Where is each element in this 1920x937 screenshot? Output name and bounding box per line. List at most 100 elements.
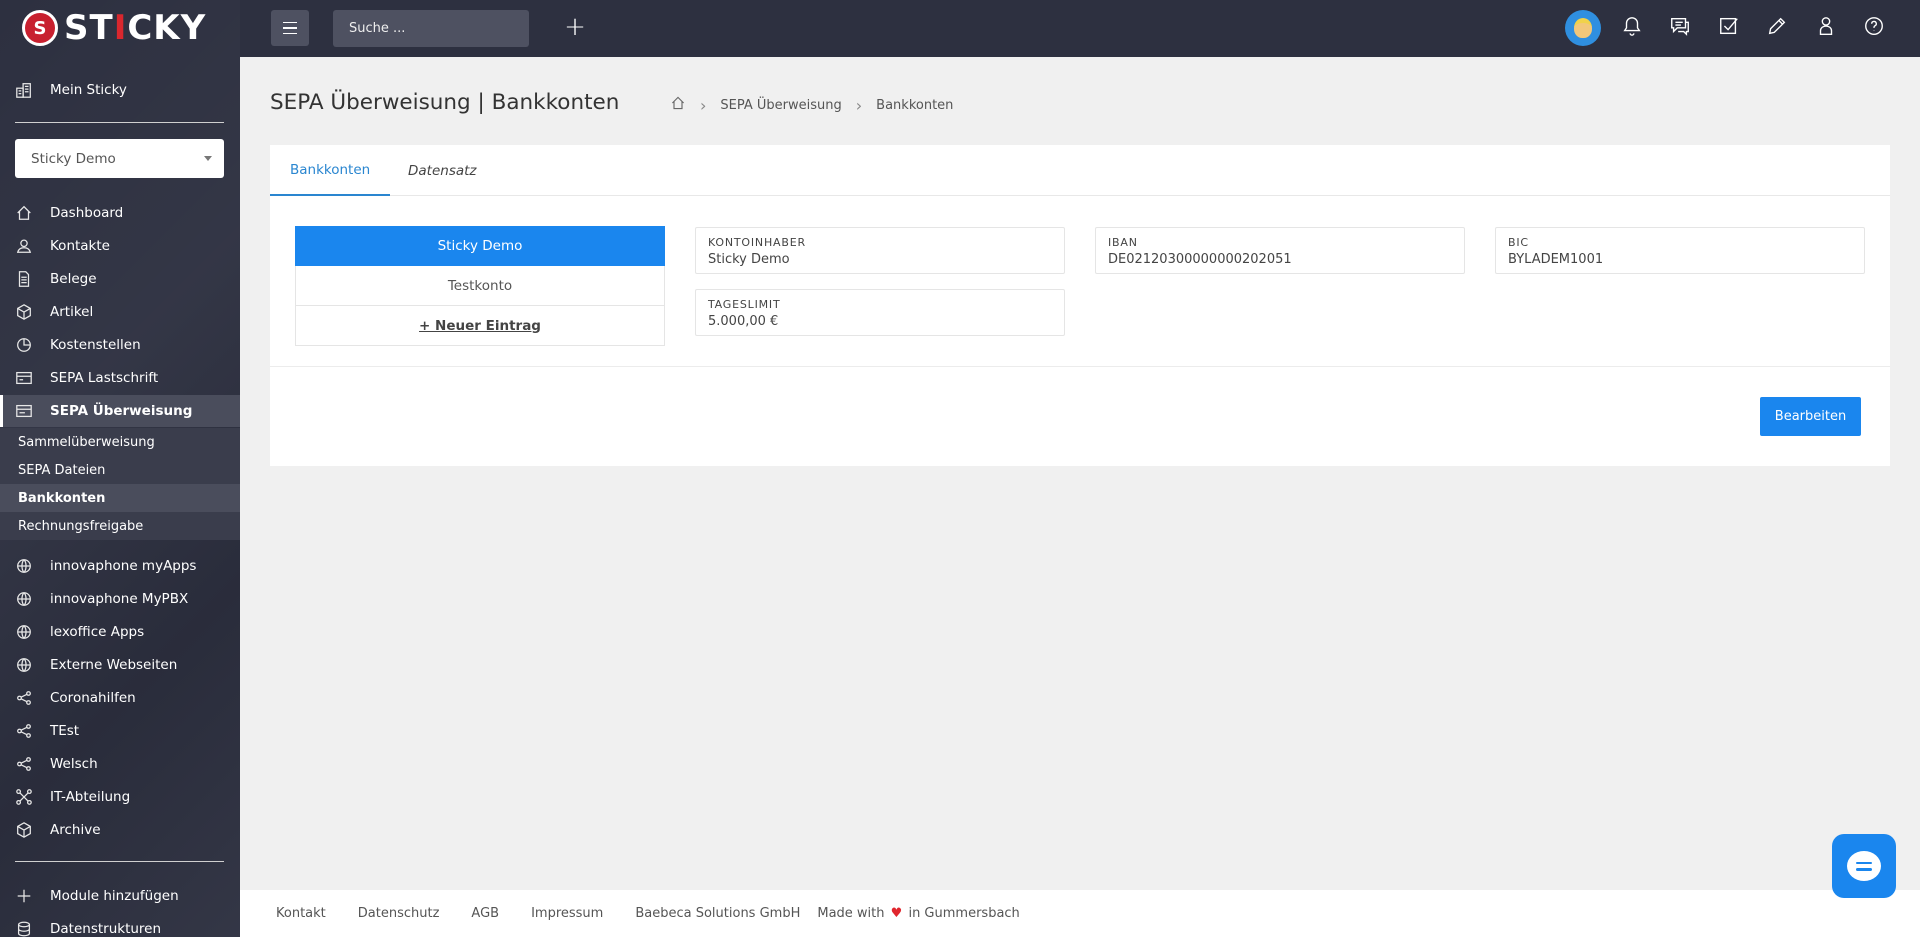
sidebar-item-datenstrukturen[interactable]: Datenstrukturen — [0, 913, 240, 937]
sidebar-item-label: Coronahilfen — [50, 690, 136, 706]
footer: Kontakt Datenschutz AGB Impressum Baebec… — [240, 890, 1920, 937]
plus-icon — [14, 886, 34, 906]
sidebar-item-label: SEPA Überweisung — [50, 403, 193, 419]
sidebar-item-lexoffice-apps[interactable]: lexoffice Apps — [0, 616, 240, 648]
sidebar-item-sepa-lastschrift[interactable]: SEPA Lastschrift — [0, 362, 240, 394]
sidebar-item-archive[interactable]: Archive — [0, 814, 240, 846]
help-button[interactable] — [1856, 10, 1892, 46]
sidebar-item-label: Module hinzufügen — [50, 888, 179, 904]
sidebar-item-label: Archive — [50, 822, 101, 838]
sidebar-item-externe-webseiten[interactable]: Externe Webseiten — [0, 649, 240, 681]
field-value: BYLADEM1001 — [1508, 252, 1604, 267]
topbar-icons — [1553, 10, 1893, 46]
sidebar-item-belege[interactable]: Belege — [0, 263, 240, 295]
page-title: SEPA Überweisung | Bankkonten — [270, 90, 620, 115]
field-label: Kontoinhaber — [708, 236, 806, 249]
field-value: DE02120300000000202051 — [1108, 252, 1292, 267]
globe-icon — [14, 622, 34, 642]
sidebar-item-label: innovaphone myApps — [50, 558, 197, 574]
sidebar-item-it-abteilung[interactable]: IT-Abteilung — [0, 781, 240, 813]
transfer-icon — [14, 401, 34, 421]
search-input[interactable] — [333, 10, 529, 47]
avatar — [1565, 10, 1601, 46]
pencil-icon — [1766, 15, 1788, 41]
field-value: Sticky Demo — [708, 252, 790, 267]
box-icon — [14, 820, 34, 840]
sidebar-subitem-sepa-dateien[interactable]: SEPA Dateien — [0, 456, 240, 484]
sidebar-item-label: Dashboard — [50, 205, 124, 221]
bearbeiten-button[interactable]: Bearbeiten — [1760, 397, 1861, 436]
home-icon — [14, 203, 34, 223]
sidebar-item-innovaphone-myapps[interactable]: innovaphone myApps — [0, 550, 240, 582]
field-iban: IBAN DE02120300000000202051 — [1095, 227, 1465, 274]
field-label: BIC — [1508, 236, 1529, 249]
account-item-sticky-demo[interactable]: Sticky Demo — [295, 226, 665, 266]
logo-text-a: ST — [64, 8, 114, 48]
logo-text-c: CKY — [127, 8, 207, 48]
new-entry-link[interactable]: + Neuer Eintrag — [295, 306, 665, 346]
footer-link-agb[interactable]: AGB — [471, 906, 499, 921]
sidebar-item-welsch[interactable]: Welsch — [0, 748, 240, 780]
network-icon — [14, 787, 34, 807]
notifications-button[interactable] — [1614, 10, 1650, 46]
sidebar-item-test[interactable]: TEst — [0, 715, 240, 747]
made-with-post: in Gummersbach — [908, 906, 1020, 921]
workspace-select-value: Sticky Demo — [31, 150, 116, 167]
card-icon — [14, 368, 34, 388]
heart-icon: ♥ — [890, 906, 903, 921]
sidebar-item-kontakte[interactable]: Kontakte — [0, 230, 240, 262]
field-value: 5.000,00 € — [708, 314, 779, 329]
user-button[interactable] — [1808, 10, 1844, 46]
account-item-testkonto[interactable]: Testkonto — [295, 266, 665, 306]
sidebar-item-sepa-ueberweisung[interactable]: SEPA Überweisung — [0, 395, 240, 427]
share-icon — [14, 754, 34, 774]
sticky-logo[interactable]: S STICKY — [22, 8, 206, 48]
chat-widget-button[interactable] — [1832, 834, 1896, 898]
footer-link-datenschutz[interactable]: Datenschutz — [358, 906, 440, 921]
sidebar-item-label: TEst — [50, 723, 80, 739]
box-icon — [14, 302, 34, 322]
made-with-pre: Made with — [817, 906, 885, 921]
breadcrumb-item-sepa[interactable]: SEPA Überweisung — [720, 98, 841, 113]
sidebar-item-label: IT-Abteilung — [50, 789, 131, 805]
field-kontoinhaber: Kontoinhaber Sticky Demo — [695, 227, 1065, 274]
sidebar-item-label: Belege — [50, 271, 97, 287]
home-icon[interactable] — [670, 95, 686, 115]
tab-bankkonten[interactable]: Bankkonten — [270, 145, 391, 196]
help-icon — [1863, 15, 1885, 41]
sidebar-item-kostenstellen[interactable]: Kostenstellen — [0, 329, 240, 361]
footer-link-company[interactable]: Baebeca Solutions GmbH — [635, 906, 800, 921]
field-label: IBAN — [1108, 236, 1138, 249]
sidebar-item-label: SEPA Lastschrift — [50, 370, 159, 386]
field-label: Tageslimit — [708, 298, 781, 311]
workspace-select[interactable]: Sticky Demo — [15, 139, 224, 178]
sidebar-subitem-rechnungsfreigabe[interactable]: Rechnungsfreigabe — [0, 512, 240, 540]
sidebar-item-label: Kontakte — [50, 238, 110, 254]
tab-datensatz[interactable]: Datensatz — [388, 145, 497, 196]
footer-link-kontakt[interactable]: Kontakt — [276, 906, 326, 921]
sidebar-item-module-hinzufuegen[interactable]: Module hinzufügen — [0, 880, 240, 912]
sidebar: S STICKY Mein Sticky Sticky Demo Dashboa… — [0, 0, 240, 937]
sidebar-subitem-bankkonten[interactable]: Bankkonten — [0, 484, 240, 512]
add-button[interactable]: + — [561, 14, 589, 42]
edit-button[interactable] — [1759, 10, 1795, 46]
globe-icon — [14, 556, 34, 576]
hamburger-menu-button[interactable] — [271, 10, 309, 46]
chat-button[interactable] — [1662, 10, 1698, 46]
avatar-button[interactable] — [1565, 10, 1601, 46]
breadcrumb-item-current: Bankkonten — [876, 97, 954, 113]
tasks-button[interactable] — [1711, 10, 1747, 46]
sidebar-subitem-sammelueberweisung[interactable]: Sammelüberweisung — [0, 428, 240, 456]
bank-accounts-card: Bankkonten Datensatz Sticky Demo Testkon… — [270, 145, 1890, 466]
share-icon — [14, 688, 34, 708]
sidebar-item-coronahilfen[interactable]: Coronahilfen — [0, 682, 240, 714]
sidebar-item-artikel[interactable]: Artikel — [0, 296, 240, 328]
chat-icon — [1669, 15, 1691, 41]
sidebar-item-dashboard[interactable]: Dashboard — [0, 197, 240, 229]
sidebar-item-label: innovaphone MyPBX — [50, 591, 189, 607]
logo-text-b: I — [113, 8, 128, 48]
sidebar-item-innovaphone-mypbx[interactable]: innovaphone MyPBX — [0, 583, 240, 615]
account-list: Sticky Demo Testkonto + Neuer Eintrag — [295, 226, 665, 346]
footer-link-impressum[interactable]: Impressum — [531, 906, 603, 921]
sidebar-item-mein-sticky[interactable]: Mein Sticky — [0, 74, 240, 106]
